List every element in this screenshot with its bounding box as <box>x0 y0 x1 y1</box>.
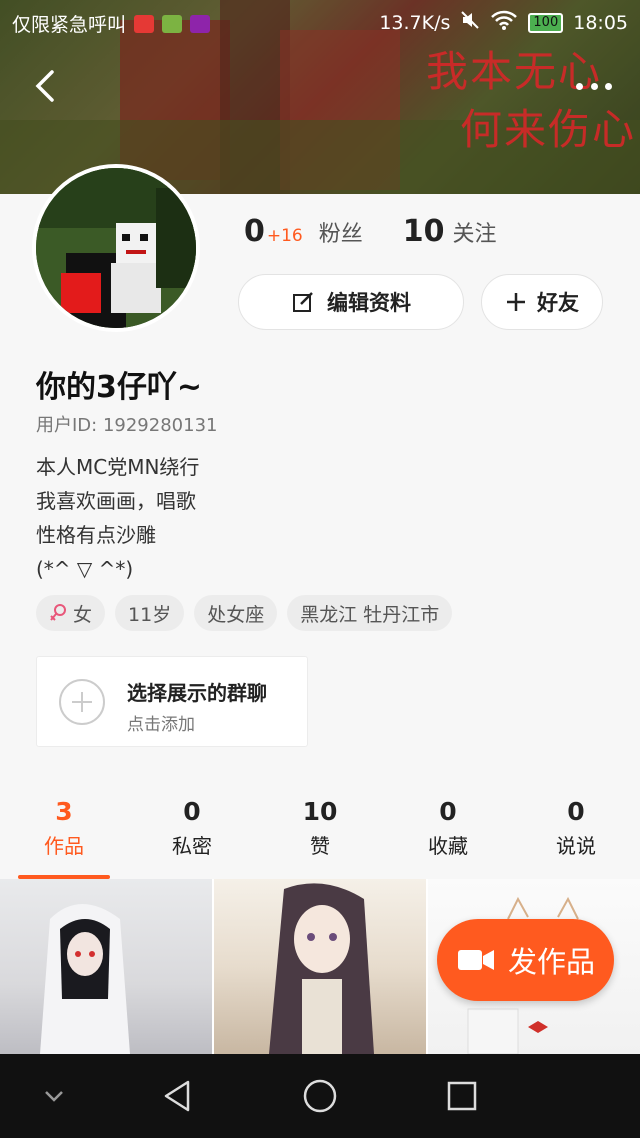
tab-label: 说说 <box>556 834 596 858</box>
app-notification-icon <box>162 14 183 33</box>
nav-back-icon <box>164 1080 190 1112</box>
tab-label: 私密 <box>172 834 212 858</box>
plus-icon <box>507 293 525 311</box>
edit-icon <box>293 292 313 312</box>
tab-count: 0 <box>183 797 201 826</box>
bio-line: 本人MC党MN绕行 <box>36 455 200 479</box>
tag-gender: 女 <box>36 595 106 631</box>
add-friend-button[interactable]: 好友 <box>481 274 603 330</box>
tab-likes[interactable]: 10 赞 <box>256 795 384 879</box>
clock: 18:05 <box>573 11 628 34</box>
app-notification-icon <box>134 14 155 33</box>
tab-count: 0 <box>439 797 457 826</box>
fans-count: 0 <box>244 214 265 249</box>
mute-icon <box>460 10 480 35</box>
group-chat-card[interactable]: 选择展示的群聊 点击添加 <box>36 656 308 747</box>
bio-line: 性格有点沙雕 <box>36 523 156 547</box>
back-button[interactable] <box>30 64 62 108</box>
edit-profile-button[interactable]: 编辑资料 <box>238 274 464 330</box>
fans-stat[interactable]: 0 +16 粉丝 <box>244 214 363 249</box>
following-label: 关注 <box>452 222 497 247</box>
add-circle-icon <box>59 679 105 725</box>
tag-age: 11岁 <box>115 595 185 631</box>
avatar[interactable] <box>32 164 200 332</box>
app-notification-icon <box>190 14 211 33</box>
nav-recent-button[interactable] <box>442 1076 482 1116</box>
tag-location: 黑龙江 牡丹江市 <box>287 595 453 631</box>
profile-name: 你的3仔吖~ <box>36 370 203 405</box>
fans-label: 粉丝 <box>318 222 363 247</box>
post-work-label: 发作品 <box>507 945 595 979</box>
tab-posts[interactable]: 0 说说 <box>512 795 640 879</box>
tab-label: 赞 <box>310 834 330 858</box>
bio-line: (*^ ▽ ^*) <box>36 557 134 581</box>
group-card-subtitle: 点击添加 <box>127 715 195 735</box>
group-card-title: 选择展示的群聊 <box>127 681 267 705</box>
profile-bio: 本人MC党MN绕行 我喜欢画画，唱歌 性格有点沙雕 (*^ ▽ ^*) <box>36 450 199 586</box>
chevron-down-icon <box>45 1091 63 1102</box>
profile-tags: 女 11岁 处女座 黑龙江 牡丹江市 <box>36 595 453 631</box>
back-icon <box>35 70 54 102</box>
bio-line: 我喜欢画画，唱歌 <box>36 489 196 513</box>
more-icon-dot <box>605 82 612 90</box>
tab-label: 作品 <box>44 834 84 858</box>
following-stat[interactable]: 10 关注 <box>403 214 497 249</box>
work-thumbnail[interactable] <box>214 879 426 1054</box>
status-left: 仅限紧急呼叫 <box>12 10 211 37</box>
tab-works[interactable]: 3 作品 <box>0 795 128 879</box>
user-id: 用户ID: 1929280131 <box>36 415 218 436</box>
tab-count: 0 <box>567 797 585 826</box>
nav-recent-icon <box>447 1081 477 1111</box>
profile-stats: 0 +16 粉丝 10 关注 <box>244 214 497 249</box>
tag-zodiac: 处女座 <box>194 595 278 631</box>
carrier-text: 仅限紧急呼叫 <box>12 14 127 36</box>
more-button[interactable] <box>576 74 612 98</box>
work-thumbnail[interactable] <box>0 879 212 1054</box>
more-icon <box>576 82 583 90</box>
nav-collapse-button[interactable] <box>34 1076 74 1116</box>
tab-count: 10 <box>302 797 338 826</box>
edit-profile-label: 编辑资料 <box>327 291 411 315</box>
net-speed: 13.7K/s <box>379 11 451 34</box>
battery-icon: 100 <box>528 12 564 33</box>
status-right: 13.7K/s 100 18:05 <box>379 10 628 35</box>
status-bar: 仅限紧急呼叫 13.7K/s 100 18:05 <box>0 0 640 44</box>
more-icon-dot <box>590 82 598 90</box>
system-nav-bar <box>0 1054 640 1138</box>
tag-gender-label: 女 <box>73 603 93 626</box>
nav-home-icon <box>303 1079 337 1113</box>
post-work-button[interactable]: 发作品 <box>437 919 614 1001</box>
add-friend-label: 好友 <box>537 291 579 315</box>
tab-favorites[interactable]: 0 收藏 <box>384 795 512 879</box>
tab-label: 收藏 <box>428 834 468 858</box>
nav-home-button[interactable] <box>300 1076 340 1116</box>
camera-icon <box>457 950 494 970</box>
content-tabs: 3 作品 0 私密 10 赞 0 收藏 0 说说 <box>0 795 640 879</box>
cover-text-line2: 何来伤心 <box>459 105 636 154</box>
tab-count: 3 <box>55 797 73 826</box>
nav-back-button[interactable] <box>158 1076 198 1116</box>
following-count: 10 <box>402 214 445 249</box>
female-icon <box>50 604 66 621</box>
tab-private[interactable]: 0 私密 <box>128 795 256 879</box>
wifi-icon <box>490 10 518 35</box>
fans-delta: +16 <box>266 226 303 246</box>
